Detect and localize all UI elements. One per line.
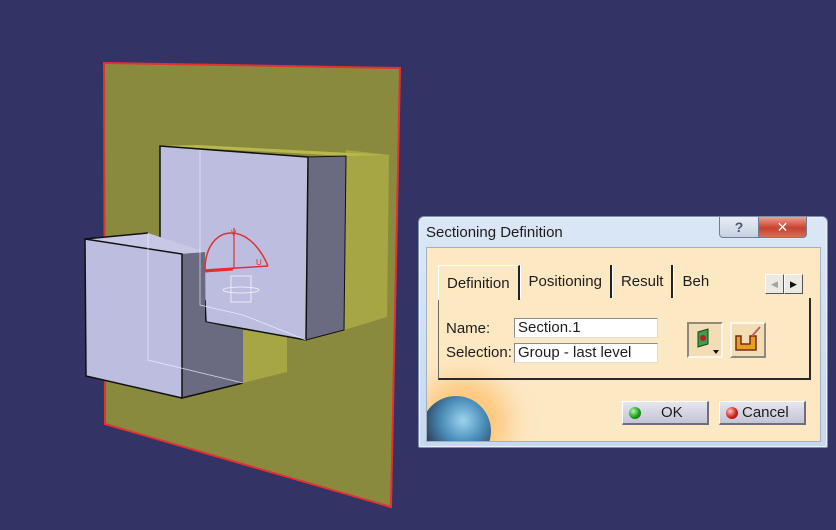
tab-behavior[interactable]: Beh xyxy=(673,265,713,298)
section-volume-icon xyxy=(735,326,761,351)
name-label: Name: xyxy=(446,320,491,337)
compass-u-label: U xyxy=(256,258,262,267)
tab-bar: Definition Positioning Result Beh xyxy=(438,265,713,300)
small-block-front xyxy=(85,239,182,398)
catia-logo-icon xyxy=(427,396,491,441)
cancel-label: Cancel xyxy=(742,404,789,421)
ok-button[interactable]: OK xyxy=(622,401,709,425)
close-button[interactable]: ✕ xyxy=(758,217,807,238)
tab-scroll-buttons: ◀ ▶ xyxy=(765,274,803,294)
tab-definition[interactable]: Definition xyxy=(438,265,520,300)
compass-v-label: V xyxy=(231,229,237,238)
tab-result[interactable]: Result xyxy=(611,265,674,298)
help-icon: ? xyxy=(734,219,744,235)
name-input[interactable] xyxy=(514,318,658,338)
section-plane-icon xyxy=(697,328,719,354)
tab-scroll-right-button[interactable]: ▶ xyxy=(784,274,803,294)
section-plane-button[interactable] xyxy=(687,322,723,358)
cancel-icon xyxy=(726,406,738,419)
arrow-right-icon: ▶ xyxy=(790,278,797,289)
tab-positioning[interactable]: Positioning xyxy=(519,265,612,298)
selection-label: Selection: xyxy=(446,344,512,361)
ok-icon xyxy=(629,406,641,419)
tab-scroll-left-button[interactable]: ◀ xyxy=(765,274,784,294)
big-block-side xyxy=(306,156,346,340)
ok-label: OK xyxy=(661,404,683,421)
sectioning-definition-dialog: Sectioning Definition ? ✕ Definition Pos… xyxy=(418,216,828,448)
help-button[interactable]: ? xyxy=(719,217,759,238)
close-icon: ✕ xyxy=(776,218,789,235)
cancel-button[interactable]: Cancel xyxy=(719,401,806,425)
selection-input[interactable] xyxy=(514,343,658,363)
section-volume-button[interactable] xyxy=(730,322,766,358)
dialog-title: Sectioning Definition xyxy=(426,224,563,241)
block-back-face xyxy=(344,150,389,330)
arrow-left-icon: ◀ xyxy=(771,278,778,289)
